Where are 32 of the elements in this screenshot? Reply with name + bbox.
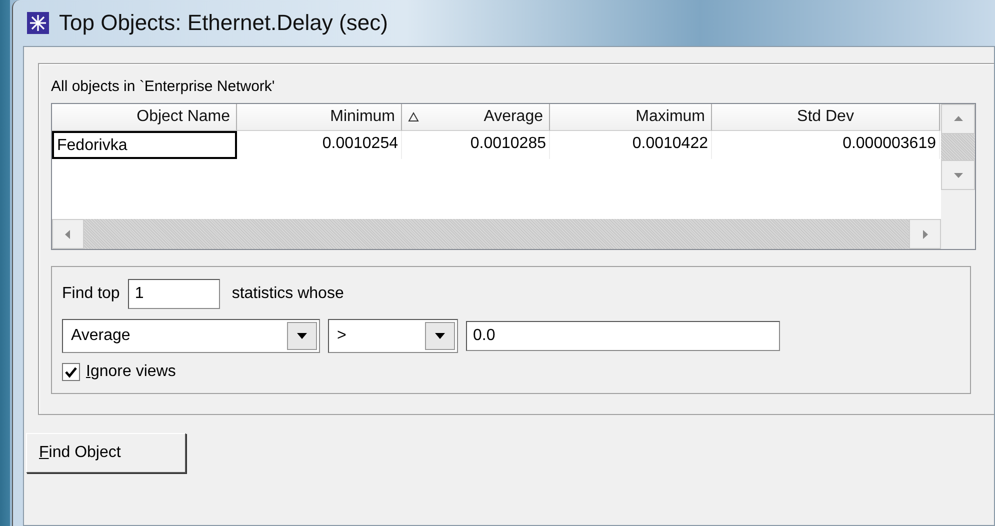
sort-triangle-icon bbox=[408, 112, 419, 122]
statistics-label: statistics whose bbox=[232, 285, 344, 303]
count-field[interactable]: 1 bbox=[128, 279, 220, 309]
value-field[interactable]: 0.0 bbox=[466, 321, 780, 351]
find-object-button[interactable]: Find Object bbox=[26, 433, 186, 473]
column-header[interactable]: Average bbox=[402, 104, 550, 131]
operator-dropdown[interactable]: > bbox=[328, 319, 458, 353]
scroll-track[interactable] bbox=[941, 134, 975, 160]
table-cell: 0.0010285 bbox=[402, 131, 550, 159]
window-title: Top Objects: Ethernet.Delay (sec) bbox=[59, 10, 388, 36]
column-header[interactable]: Maximum bbox=[550, 104, 712, 131]
dropdown-arrow-icon bbox=[435, 333, 445, 339]
table-cell: 0.0010254 bbox=[237, 131, 402, 159]
find-top-label: Find top bbox=[62, 285, 120, 303]
left-arrow-icon bbox=[65, 230, 71, 238]
dropdown-arrow-icon bbox=[297, 333, 307, 339]
checkmark-icon bbox=[65, 366, 77, 378]
checkbox[interactable] bbox=[62, 363, 80, 381]
group-label: All objects in `Enterprise Network' bbox=[51, 78, 276, 95]
up-arrow-icon bbox=[954, 116, 962, 122]
column-header[interactable]: Minimum bbox=[237, 104, 402, 131]
table-cell: 0.0010422 bbox=[550, 131, 712, 159]
star-burst-icon bbox=[27, 12, 49, 34]
table-cell: Fedorivka bbox=[52, 131, 237, 159]
ignore-views-checkbox[interactable]: Ignore views bbox=[62, 363, 960, 381]
column-header[interactable]: Object Name bbox=[52, 104, 237, 131]
right-arrow-icon bbox=[922, 230, 928, 238]
table-cell: 0.000003619 bbox=[712, 131, 940, 159]
down-arrow-icon bbox=[954, 172, 962, 178]
column-header[interactable]: Std Dev bbox=[712, 104, 940, 131]
vertical-scrollbar[interactable] bbox=[941, 104, 975, 249]
statistic-dropdown[interactable]: Average bbox=[62, 319, 320, 353]
